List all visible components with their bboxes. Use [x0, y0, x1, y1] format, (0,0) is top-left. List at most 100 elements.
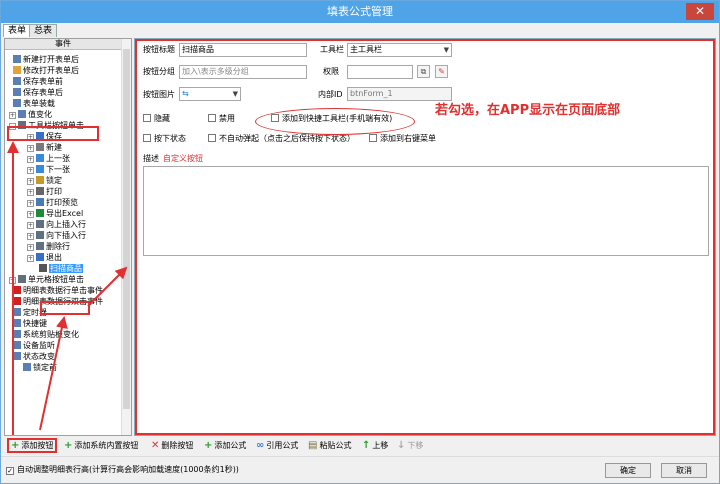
- add-formula-button[interactable]: + 添加公式: [204, 438, 246, 453]
- expand-icon[interactable]: +: [27, 244, 34, 251]
- add-system-button[interactable]: + 添加系统内置按钮: [64, 438, 138, 453]
- tree-item[interactable]: 锁定前: [23, 362, 57, 373]
- tree-item-label: 定时器: [23, 308, 47, 317]
- tab-form[interactable]: 表单: [3, 24, 32, 37]
- toolbar-select-value: 主工具栏: [350, 45, 382, 54]
- expand-icon[interactable]: +: [27, 211, 34, 218]
- tree-item[interactable]: 快捷键: [13, 318, 47, 329]
- permission-label: 权限: [323, 67, 339, 76]
- permission-clear-button[interactable]: ✎: [435, 65, 448, 78]
- tree-item[interactable]: + 退出: [27, 252, 62, 263]
- disable-checkbox-label: 禁用: [219, 114, 235, 123]
- tree-item[interactable]: 明细表数据行双击事件: [13, 296, 103, 307]
- expand-icon[interactable]: +: [27, 134, 34, 141]
- scrollbar-thumb[interactable]: [123, 49, 130, 409]
- tree-item[interactable]: + 新建: [27, 142, 62, 153]
- tree-item[interactable]: 设备监听: [13, 340, 55, 351]
- checkbox-box: [208, 134, 216, 142]
- expand-icon[interactable]: +: [9, 112, 16, 119]
- print-icon: [36, 187, 44, 195]
- tree-item[interactable]: 保存表单前: [13, 76, 63, 87]
- plus-icon: +: [204, 440, 213, 451]
- button-group-input[interactable]: 加入\表示多级分组: [179, 65, 307, 79]
- disable-checkbox[interactable]: 禁用: [208, 113, 235, 125]
- tree-item[interactable]: + 上一张: [27, 153, 70, 164]
- event-tree-scrollbar[interactable]: [121, 39, 131, 435]
- press-state-checkbox-label: 按下状态: [154, 134, 186, 143]
- tree-item[interactable]: + 锁定: [27, 175, 62, 186]
- move-up-button[interactable]: ↑ 上移: [362, 438, 388, 453]
- expand-icon[interactable]: +: [27, 145, 34, 152]
- hide-checkbox[interactable]: 隐藏: [143, 113, 170, 125]
- tree-item[interactable]: 保存表单后: [13, 87, 63, 98]
- tree-item[interactable]: 表单装载: [13, 98, 55, 109]
- tree-item-label: 退出: [46, 253, 62, 262]
- tree-item[interactable]: 新建打开表单后: [13, 54, 79, 65]
- right-menu-checkbox[interactable]: 添加到右键菜单: [369, 133, 436, 145]
- tree-item[interactable]: + 打印预览: [27, 197, 78, 208]
- tree-item[interactable]: + 导出Excel: [27, 208, 83, 219]
- chevron-down-icon: ▼: [232, 90, 238, 98]
- folder-icon: [13, 66, 21, 74]
- expand-icon[interactable]: +: [27, 222, 34, 229]
- tree-item[interactable]: 系统剪贴板变化: [13, 329, 79, 340]
- toolbar-label: 工具栏: [320, 45, 344, 54]
- grid-icon: [18, 275, 26, 283]
- tree-item[interactable]: + 保存: [27, 131, 62, 142]
- internal-id-input: btnForm_1: [347, 87, 452, 101]
- expand-icon[interactable]: +: [27, 255, 34, 262]
- tree-item[interactable]: + 单元格按钮单击: [9, 274, 84, 285]
- tree-item-label: 新建打开表单后: [23, 55, 79, 64]
- expand-icon[interactable]: +: [27, 178, 34, 185]
- edit-icon: ⧉: [420, 67, 427, 76]
- doc-icon: [13, 77, 21, 85]
- paste-formula-label: 粘贴公式: [319, 441, 352, 450]
- tree-item-label: 扫描商品: [49, 264, 83, 273]
- permission-input[interactable]: [347, 65, 413, 79]
- button-image-select[interactable]: ⇆ ▼: [179, 87, 241, 101]
- exit-icon: [36, 253, 44, 261]
- preview-icon: [36, 198, 44, 206]
- button-group-placeholder: 加入\表示多级分组: [182, 67, 249, 76]
- ok-button[interactable]: 确定: [605, 463, 651, 478]
- press-state-checkbox[interactable]: 按下状态: [143, 133, 186, 145]
- cancel-button[interactable]: 取消: [661, 463, 707, 478]
- permission-edit-button[interactable]: ⧉: [417, 65, 430, 78]
- tree-item[interactable]: + 向下插入行: [27, 230, 86, 241]
- tree-item[interactable]: 定时器: [13, 307, 47, 318]
- expand-icon[interactable]: +: [27, 233, 34, 240]
- tree-item-label: 工具栏按钮单击: [28, 121, 84, 130]
- save-icon: [36, 132, 44, 140]
- auto-adjust-row-height-checkbox[interactable]: ✓ 自动调整明细表行高(计算行高会影响加载速度(1000条约1秒)): [6, 464, 239, 476]
- add-button[interactable]: + 添加按钮: [7, 438, 58, 453]
- expand-icon[interactable]: +: [27, 189, 34, 196]
- delete-button[interactable]: ✕ 删除按钮: [151, 438, 193, 453]
- button-properties-panel: 按钮标题 扫描商品 工具栏 主工具栏 ▼ 按钮分组 加入\表示多级分组 权限 ⧉ …: [134, 38, 716, 436]
- tree-item[interactable]: 扫描商品: [39, 263, 83, 274]
- tree-item[interactable]: 明细表数据行单击事件: [13, 285, 103, 296]
- move-down-label: 下移: [407, 441, 424, 450]
- expand-icon[interactable]: +: [27, 167, 34, 174]
- expand-icon[interactable]: +: [27, 156, 34, 163]
- tree-item[interactable]: + 向上插入行: [27, 219, 86, 230]
- tree-item[interactable]: + 打印: [27, 186, 62, 197]
- tab-summary[interactable]: 总表: [29, 24, 58, 37]
- tree-item[interactable]: + 下一张: [27, 164, 70, 175]
- expand-icon[interactable]: +: [27, 200, 34, 207]
- tree-item[interactable]: + 删除行: [27, 241, 70, 252]
- tree-item[interactable]: + 值变化: [9, 109, 52, 120]
- expand-icon[interactable]: +: [9, 277, 16, 284]
- move-down-button[interactable]: ↓ 下移: [397, 438, 423, 453]
- description-textarea[interactable]: [143, 166, 709, 256]
- button-title-input[interactable]: 扫描商品: [179, 43, 307, 57]
- tree-item[interactable]: 状态改变: [13, 351, 55, 362]
- collapse-icon[interactable]: −: [9, 123, 16, 130]
- reference-formula-button[interactable]: ∞ 引用公式: [256, 438, 298, 453]
- paste-formula-button[interactable]: ▤ 粘贴公式: [308, 438, 351, 453]
- toolbar-select[interactable]: 主工具栏 ▼: [347, 43, 452, 57]
- doc-icon: [13, 330, 21, 338]
- close-button[interactable]: ✕: [686, 3, 714, 20]
- tree-item[interactable]: 修改打开表单后: [13, 65, 79, 76]
- tree-item-label: 向上插入行: [46, 220, 86, 229]
- tree-item[interactable]: − 工具栏按钮单击: [9, 120, 84, 131]
